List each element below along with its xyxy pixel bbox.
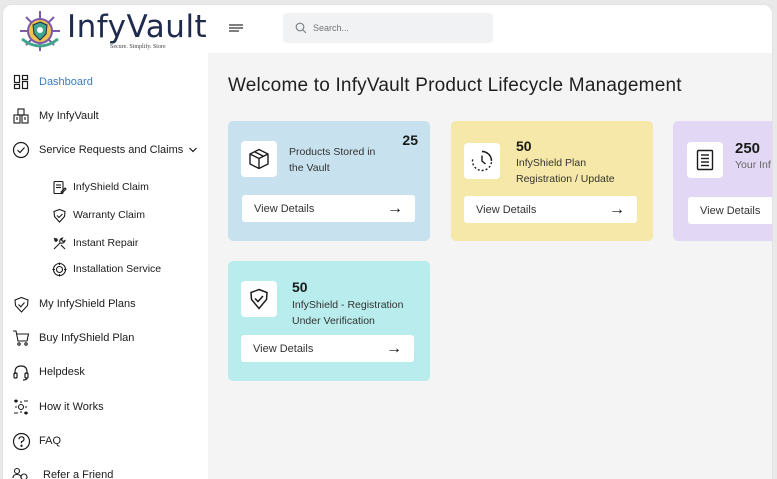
stat-description-line: InfyShield Plan bbox=[516, 157, 587, 169]
stat-number: 50 bbox=[292, 279, 308, 295]
stat-card-registration-verification: 50 InfyShield - Registration Under Verif… bbox=[228, 261, 430, 381]
stat-description-line: Your Inf bbox=[735, 159, 771, 171]
stat-number: 250 bbox=[735, 140, 761, 157]
headset-icon bbox=[11, 362, 31, 382]
stat-number: 50 bbox=[516, 138, 532, 154]
app-window: InfyVault Secure. Simplify. Store Dashbo… bbox=[2, 4, 773, 479]
brand-logo[interactable]: InfyVault Secure. Simplify. Store bbox=[18, 9, 207, 53]
sidebar-item-dashboard[interactable]: Dashboard bbox=[11, 71, 206, 93]
arrow-right-icon: → bbox=[386, 339, 402, 357]
vault-icon bbox=[11, 106, 31, 126]
search-bar[interactable] bbox=[283, 13, 493, 43]
top-bar bbox=[208, 5, 772, 53]
arrow-right-icon: → bbox=[387, 199, 403, 217]
sidebar-item-label: Refer a Friend bbox=[43, 469, 114, 479]
view-details-button[interactable]: View Details → bbox=[464, 196, 637, 223]
view-details-button[interactable]: View Details → bbox=[242, 195, 415, 222]
stat-description-line: Under Verification bbox=[292, 315, 375, 327]
sidebar-item-my-infyvault[interactable]: My InfyVault bbox=[11, 105, 206, 127]
stat-card-products-stored: 25 Products Stored in the Vault View Det… bbox=[228, 121, 430, 241]
stat-number: 25 bbox=[402, 132, 418, 148]
stat-description-line: Registration / Update bbox=[516, 173, 615, 185]
sidebar-item-label: My InfyVault bbox=[39, 110, 99, 122]
sidebar-item-label: Instant Repair bbox=[73, 237, 139, 249]
stat-description-line: the Vault bbox=[289, 162, 330, 174]
page-title: Welcome to InfyVault Product Lifecycle M… bbox=[228, 75, 682, 96]
clock-icon bbox=[464, 143, 500, 179]
sidebar-item-helpdesk[interactable]: Helpdesk bbox=[11, 361, 206, 383]
view-details-button[interactable]: View Details → bbox=[688, 197, 772, 224]
document-list-icon bbox=[687, 142, 723, 178]
logo-emblem-icon bbox=[20, 11, 60, 51]
button-label: View Details bbox=[254, 202, 315, 215]
cart-icon bbox=[11, 328, 31, 348]
search-input[interactable] bbox=[313, 23, 483, 33]
claim-icon bbox=[51, 179, 67, 195]
sidebar-item-refer-a-friend[interactable]: Refer a Friend bbox=[11, 464, 206, 479]
button-label: View Details bbox=[253, 342, 314, 355]
sidebar-item-how-it-works[interactable]: How it Works bbox=[11, 396, 206, 418]
brand-tagline: Secure. Simplify. Store bbox=[110, 44, 166, 50]
menu-icon[interactable] bbox=[228, 21, 244, 35]
sidebar-item-my-infyshield-plans[interactable]: My InfyShield Plans bbox=[11, 293, 206, 315]
sidebar-item-label: Warranty Claim bbox=[73, 209, 145, 221]
sidebar-item-service-requests[interactable]: Service Requests and Claims bbox=[11, 139, 206, 161]
refer-icon bbox=[11, 465, 31, 479]
stat-description: InfyShield - Registration Under Verifica… bbox=[292, 297, 403, 329]
button-label: View Details bbox=[700, 204, 761, 217]
tools-icon bbox=[51, 235, 67, 251]
search-icon bbox=[295, 22, 307, 34]
sidebar-item-faq[interactable]: FAQ bbox=[11, 430, 206, 452]
check-circle-icon bbox=[11, 140, 31, 160]
sidebar-item-label: FAQ bbox=[39, 435, 62, 447]
settings-flow-icon bbox=[11, 397, 31, 417]
question-icon bbox=[11, 431, 31, 451]
stat-description: Your Inf bbox=[735, 157, 771, 173]
sidebar-item-label: Dashboard bbox=[39, 76, 93, 88]
installation-icon bbox=[51, 261, 67, 277]
dashboard-icon bbox=[11, 72, 31, 92]
sidebar-item-label: Buy InfyShield Plan bbox=[39, 332, 135, 344]
sidebar-item-label: Service Requests and Claims bbox=[39, 144, 184, 156]
stat-description-line: Products Stored in bbox=[289, 146, 376, 158]
sidebar-item-label: How it Works bbox=[39, 401, 104, 413]
stat-description-line: InfyShield - Registration bbox=[292, 299, 404, 311]
box-icon bbox=[241, 141, 277, 177]
chevron-down-icon[interactable] bbox=[188, 145, 198, 158]
sidebar-item-label: InfyShield Claim bbox=[73, 181, 149, 193]
arrow-right-icon: → bbox=[609, 200, 625, 218]
button-label: View Details bbox=[476, 203, 537, 216]
stat-card-your-infyvault: 250 Your Inf View Details → bbox=[673, 121, 772, 241]
shield-verified-icon bbox=[241, 281, 277, 317]
sidebar-item-label: Helpdesk bbox=[39, 366, 85, 378]
main-content: Welcome to InfyVault Product Lifecycle M… bbox=[208, 53, 772, 479]
sidebar: InfyVault Secure. Simplify. Store Dashbo… bbox=[3, 5, 208, 479]
stat-description: InfyShield Plan Registration / Update bbox=[516, 155, 615, 187]
stat-description: Products Stored in the Vault bbox=[289, 144, 375, 176]
sidebar-item-label: My InfyShield Plans bbox=[39, 298, 136, 310]
sidebar-item-label: Installation Service bbox=[73, 263, 162, 275]
shield-plans-icon bbox=[11, 294, 31, 314]
stat-card-plan-registration: 50 InfyShield Plan Registration / Update… bbox=[451, 121, 653, 241]
shield-check-icon bbox=[51, 207, 67, 223]
view-details-button[interactable]: View Details → bbox=[241, 335, 414, 362]
brand-name: InfyVault bbox=[67, 9, 208, 45]
sidebar-item-buy-infyshield-plan[interactable]: Buy InfyShield Plan bbox=[11, 327, 206, 349]
